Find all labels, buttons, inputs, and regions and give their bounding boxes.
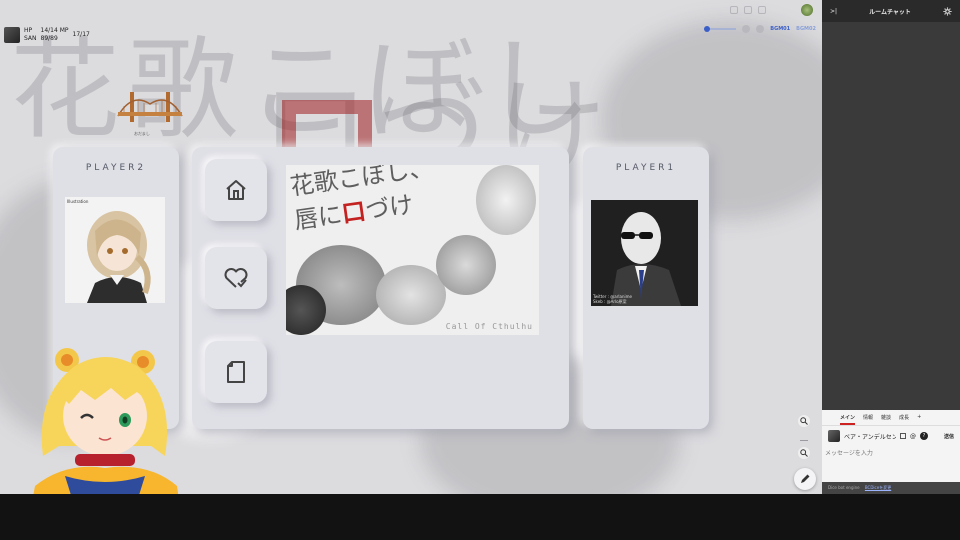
player2-title: PLAYER2 xyxy=(85,163,147,173)
bridge-icon[interactable] xyxy=(116,86,184,134)
bgm-track-2[interactable]: BGM02 xyxy=(796,26,816,32)
add-tab-button[interactable]: + xyxy=(917,414,921,425)
credit-line-2: Skeb : @Arlo原案 xyxy=(593,299,627,304)
audio-toolbar: BGM01 BGM02 xyxy=(704,22,822,36)
hp-value: 14/14 xyxy=(40,27,58,34)
status-display[interactable]: HP SAN 14/14 MP 89/89 17/17 xyxy=(4,24,104,46)
zoom-out-icon xyxy=(800,449,808,457)
edit-button[interactable] xyxy=(794,468,816,490)
player2-character-image xyxy=(87,211,151,303)
mp-label: MP xyxy=(59,27,69,34)
chat-header: >| ルームチャット xyxy=(822,0,960,22)
player-avatar-icon[interactable] xyxy=(800,3,814,17)
pencil-icon xyxy=(801,474,810,483)
document-button[interactable] xyxy=(205,341,267,403)
tool-icon[interactable] xyxy=(730,6,738,14)
zoom-in-icon xyxy=(800,417,808,425)
player1-character-image xyxy=(611,212,681,306)
chat-title: ルームチャット xyxy=(869,8,911,16)
tab-info[interactable]: 情報 xyxy=(863,414,873,425)
player1-panel[interactable]: PLAYER1 Twitter : @arlanime Skeb : @Arlo… xyxy=(583,147,709,429)
san-label: SAN xyxy=(24,35,37,42)
home-icon xyxy=(226,180,246,200)
favorite-button[interactable] xyxy=(205,247,267,309)
player1-portrait[interactable]: Twitter : @arlanime Skeb : @Arlo原案 xyxy=(591,200,698,306)
tab-main[interactable]: メイン xyxy=(840,414,856,425)
heart-check-icon xyxy=(224,268,248,288)
message-input[interactable]: メッセージを入力 xyxy=(822,446,960,472)
faint-toolbar xyxy=(730,6,766,14)
volume-slider[interactable] xyxy=(704,26,737,32)
speaker-name[interactable]: ベア・アンデルセン xyxy=(844,432,896,441)
player1-title: PLAYER1 xyxy=(615,163,677,173)
help-icon[interactable]: ? xyxy=(920,432,928,440)
scenario-system: Call Of Cthulhu xyxy=(445,322,533,331)
hp-label: HP xyxy=(24,27,33,34)
collapse-sidebar-icon[interactable]: >| xyxy=(830,8,837,15)
chat-tabs: メイン 情報 雑談 成長 + xyxy=(822,410,960,426)
bottom-bar xyxy=(0,494,960,540)
dicebot-link[interactable]: BCDiceを変更 xyxy=(865,485,891,490)
at-icon[interactable]: @ xyxy=(910,433,916,440)
dicebot-label: Dice bot engine xyxy=(828,485,860,490)
tab-growth[interactable]: 成長 xyxy=(899,414,909,425)
player2-art-label: Illustration xyxy=(67,199,89,204)
chat-log[interactable] xyxy=(822,22,960,410)
loop-icon[interactable] xyxy=(756,25,765,33)
zoom-in-button[interactable] xyxy=(798,415,810,427)
player1-credit: Twitter : @arlanime Skeb : @Arlo原案 xyxy=(593,294,632,304)
speaker-row: ベア・アンデルセン @ ? 送信 xyxy=(822,426,960,446)
scenario-cover-image[interactable]: 花歌こぼし、 唇に口づけ Call Of Cthulhu xyxy=(286,165,539,335)
tool-icon[interactable] xyxy=(758,6,766,14)
tool-icon[interactable] xyxy=(744,6,752,14)
mute-icon[interactable] xyxy=(742,25,751,33)
gear-icon[interactable] xyxy=(943,6,952,16)
main-panel: 花歌こぼし、 唇に口づけ Call Of Cthulhu xyxy=(192,147,569,429)
speaker-avatar[interactable] xyxy=(828,430,840,442)
tab-chat[interactable]: 雑談 xyxy=(881,414,891,425)
table-icon[interactable] xyxy=(900,433,906,439)
chat-sidebar: >| ルームチャット メイン 情報 雑談 成長 + ベア・アンデルセン @ ? … xyxy=(822,0,960,494)
title-part-c: づけ xyxy=(363,190,416,225)
player2-portrait[interactable]: Illustration xyxy=(65,197,165,303)
chat-input-area: メイン 情報 雑談 成長 + ベア・アンデルセン @ ? 送信 メッセージを入力… xyxy=(822,410,960,494)
send-button[interactable]: 送信 xyxy=(944,433,954,440)
title-part-a: 唇に xyxy=(292,200,344,235)
zoom-separator xyxy=(800,440,808,441)
document-icon xyxy=(227,361,245,383)
bridge-label: おだまし xyxy=(134,131,150,136)
san-value: 89/89 xyxy=(40,35,58,42)
bgm-track-1[interactable]: BGM01 xyxy=(770,26,790,32)
character-avatar[interactable] xyxy=(4,27,20,43)
zoom-out-button[interactable] xyxy=(798,447,810,459)
chat-footer: Dice bot engine BCDiceを変更 xyxy=(822,482,960,494)
home-button[interactable] xyxy=(205,159,267,221)
mp-value: 17/17 xyxy=(72,31,90,38)
